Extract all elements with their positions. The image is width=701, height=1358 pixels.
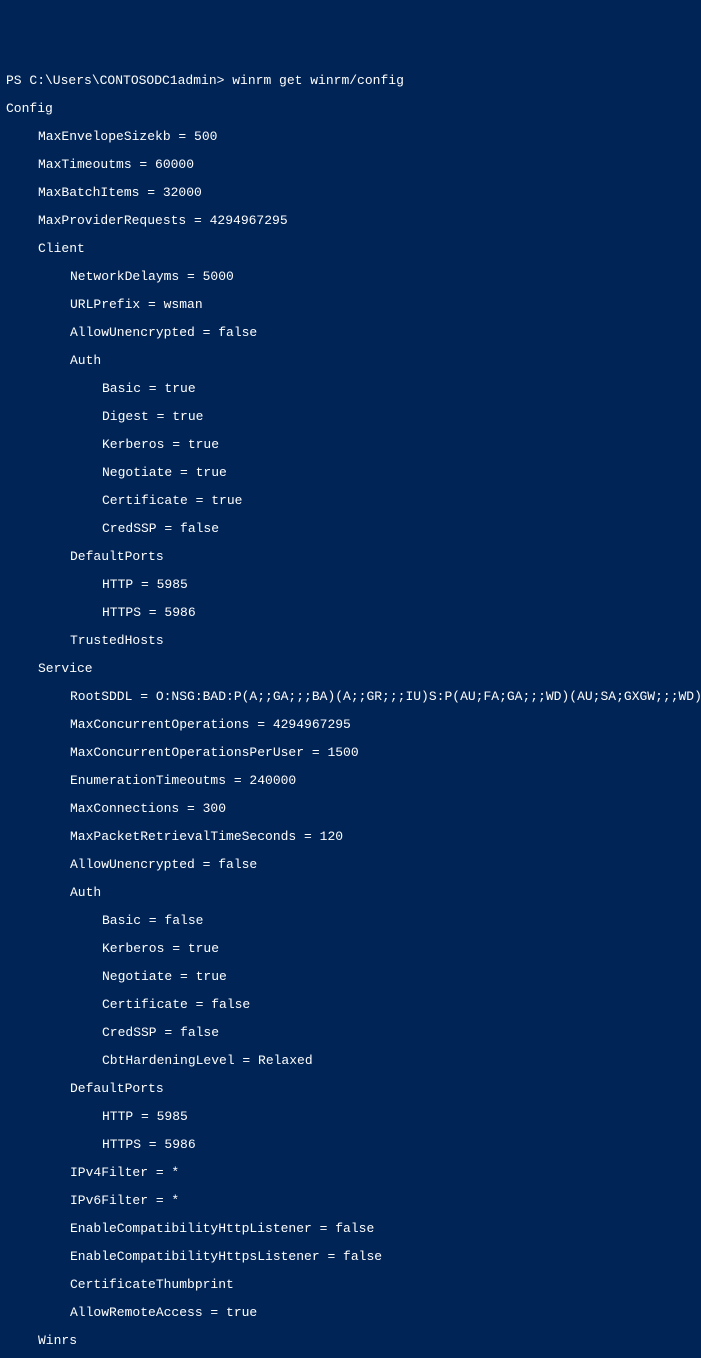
config-line: HTTPS = 5986 <box>6 606 695 620</box>
config-line: MaxBatchItems = 32000 <box>6 186 695 200</box>
config-line: RootSDDL = O:NSG:BAD:P(A;;GA;;;BA)(A;;GR… <box>6 690 695 704</box>
config-line: AllowRemoteAccess = true <box>6 1306 695 1320</box>
config-line: Certificate = false <box>6 998 695 1012</box>
config-line: Basic = true <box>6 382 695 396</box>
config-line: EnableCompatibilityHttpListener = false <box>6 1222 695 1236</box>
config-line: Negotiate = true <box>6 970 695 984</box>
config-line: Kerberos = true <box>6 942 695 956</box>
config-line: TrustedHosts <box>6 634 695 648</box>
config-line: IPv6Filter = * <box>6 1194 695 1208</box>
config-line: EnableCompatibilityHttpsListener = false <box>6 1250 695 1264</box>
config-line: MaxPacketRetrievalTimeSeconds = 120 <box>6 830 695 844</box>
powershell-terminal[interactable]: PS C:\Users\CONTOSODC1admin> winrm get w… <box>6 60 695 1358</box>
config-line: URLPrefix = wsman <box>6 298 695 312</box>
defaultports-header: DefaultPorts <box>6 1082 695 1096</box>
config-line: MaxEnvelopeSizekb = 500 <box>6 130 695 144</box>
config-line: CbtHardeningLevel = Relaxed <box>6 1054 695 1068</box>
config-line: CertificateThumbprint <box>6 1278 695 1292</box>
config-line: CredSSP = false <box>6 1026 695 1040</box>
config-line: CredSSP = false <box>6 522 695 536</box>
config-line: EnumerationTimeoutms = 240000 <box>6 774 695 788</box>
config-line: HTTP = 5985 <box>6 578 695 592</box>
config-line: Basic = false <box>6 914 695 928</box>
config-line: IPv4Filter = * <box>6 1166 695 1180</box>
config-line: Certificate = true <box>6 494 695 508</box>
config-line: AllowUnencrypted = false <box>6 858 695 872</box>
config-line: AllowUnencrypted = false <box>6 326 695 340</box>
config-line: Kerberos = true <box>6 438 695 452</box>
prompt-command: PS C:\Users\CONTOSODC1admin> winrm get w… <box>6 74 695 88</box>
service-header: Service <box>6 662 695 676</box>
config-root: Config <box>6 102 695 116</box>
auth-header: Auth <box>6 354 695 368</box>
config-line: HTTPS = 5986 <box>6 1138 695 1152</box>
config-line: MaxConcurrentOperationsPerUser = 1500 <box>6 746 695 760</box>
config-line: MaxConnections = 300 <box>6 802 695 816</box>
config-line: NetworkDelayms = 5000 <box>6 270 695 284</box>
config-line: MaxProviderRequests = 4294967295 <box>6 214 695 228</box>
config-line: MaxTimeoutms = 60000 <box>6 158 695 172</box>
config-line: Negotiate = true <box>6 466 695 480</box>
winrs-header: Winrs <box>6 1334 695 1348</box>
client-header: Client <box>6 242 695 256</box>
defaultports-header: DefaultPorts <box>6 550 695 564</box>
config-line: HTTP = 5985 <box>6 1110 695 1124</box>
config-line: MaxConcurrentOperations = 4294967295 <box>6 718 695 732</box>
auth-header: Auth <box>6 886 695 900</box>
config-line: Digest = true <box>6 410 695 424</box>
